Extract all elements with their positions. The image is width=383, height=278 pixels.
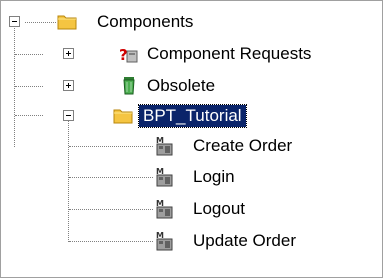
folder-icon [57,15,77,30]
tree-node-create-order[interactable]: Create Order [189,132,296,160]
tree-connector [15,54,43,55]
expand-toggle-obsolete[interactable] [63,80,74,91]
folder-icon [113,109,133,124]
tree-node-label: Component Requests [147,44,312,63]
tree-node-label: Update Order [193,231,296,250]
components-tree-panel: Components ? Component Requests Obsolete [0,0,383,278]
tree-node-login[interactable]: Login [189,163,239,191]
tree-node-label: Login [193,167,235,186]
tree-connector [25,22,56,23]
manual-component-icon: M [156,136,173,156]
tree-connector [69,209,153,210]
svg-text:?: ? [119,46,128,64]
tree-node-obsolete[interactable]: Obsolete [143,72,219,100]
tree-node-label: Logout [193,199,245,218]
tree-node-update-order[interactable]: Update Order [189,227,300,255]
tree-connector [69,177,153,178]
expand-toggle-component-requests[interactable] [63,48,74,59]
component-request-icon: ? [119,46,138,64]
components-tree: Components ? Component Requests Obsolete [1,1,382,277]
tree-node-label-selected: BPT_Tutorial [138,104,247,128]
tree-connector [15,115,43,116]
manual-component-icon: M [156,167,173,187]
tree-node-components[interactable]: Components [93,8,197,36]
manual-component-icon: M [156,199,173,219]
manual-component-icon: M [156,231,173,251]
tree-node-label: Components [97,12,194,31]
tree-node-label: Obsolete [147,76,216,95]
tree-connector [69,146,153,147]
collapse-toggle-bpt-tutorial[interactable] [63,110,74,121]
tree-node-logout[interactable]: Logout [189,195,249,223]
tree-node-bpt-tutorial[interactable]: BPT_Tutorial [138,102,247,130]
tree-connector [69,241,153,242]
tree-node-component-requests[interactable]: Component Requests [143,40,315,68]
tree-connector [15,86,43,87]
tree-connector-bpt [68,121,69,242]
recycle-bin-icon [123,77,135,95]
tree-node-label: Create Order [193,136,293,155]
collapse-toggle-components[interactable] [9,16,20,27]
